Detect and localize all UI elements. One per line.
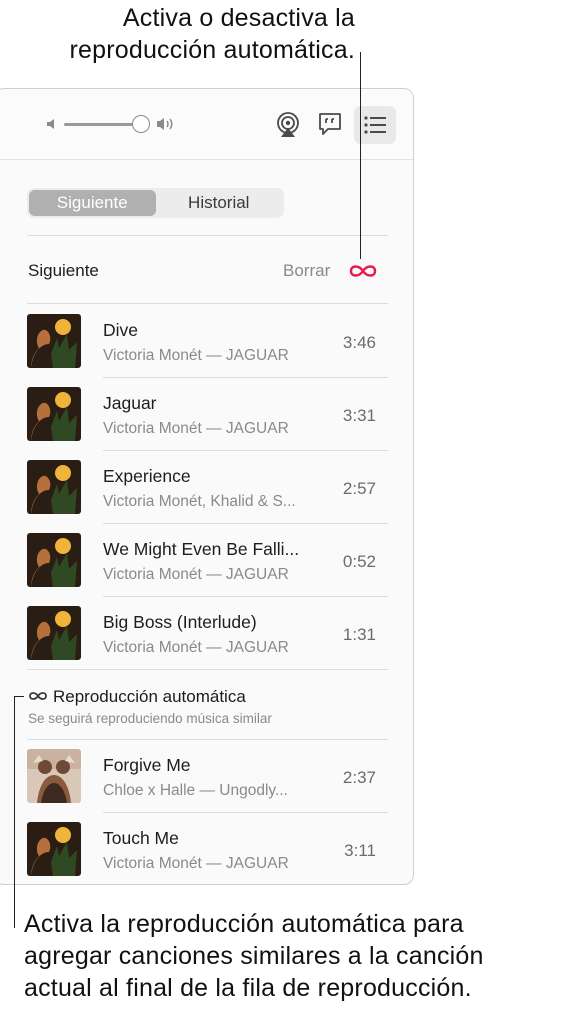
toolbar — [0, 89, 413, 160]
infinity-icon[interactable] — [348, 262, 378, 280]
track-title: Touch Me — [103, 828, 179, 848]
tab-up-next[interactable]: Siguiente — [29, 190, 156, 216]
volume-high-icon — [155, 115, 177, 133]
track-artist: Victoria Monét — JAGUAR — [103, 639, 289, 656]
track-title: Big Boss (Interlude) — [103, 612, 257, 632]
track-title: Jaguar — [103, 393, 157, 413]
callout-line: Activa o desactiva la — [122, 4, 355, 32]
autoplay-title: Reproducción automática — [53, 687, 246, 706]
volume-slider[interactable] — [64, 123, 142, 126]
lyrics-icon[interactable] — [317, 111, 343, 137]
queue-panel: Siguiente Historial Siguiente Borrar Div… — [0, 88, 414, 885]
track-artist: Victoria Monét — JAGUAR — [103, 566, 289, 583]
track-duration: 0:52 — [342, 552, 376, 571]
up-next-heading: Siguiente — [28, 261, 99, 280]
callout-autoplay-toggle: Activa o desactiva la reproducción autom… — [0, 2, 355, 66]
callout-leader-bottom-tick — [14, 696, 24, 697]
clear-button[interactable]: Borrar — [283, 261, 330, 281]
album-art — [27, 606, 81, 660]
album-art — [27, 533, 81, 587]
track-artist: Victoria Monét — JAGUAR — [103, 347, 289, 364]
autoplay-track-row[interactable]: Touch Me Victoria Monét — JAGUAR 3:11 — [27, 813, 388, 884]
album-art — [27, 387, 81, 441]
track-duration: 2:57 — [342, 479, 376, 498]
album-art — [27, 460, 81, 514]
track-title: We Might Even Be Falli... — [103, 539, 300, 559]
airplay-icon[interactable] — [275, 112, 301, 138]
callout-line: actual al final de la fila de reproducci… — [24, 974, 472, 1002]
track-row[interactable]: Jaguar Victoria Monét — JAGUAR 3:31 — [27, 378, 388, 450]
track-duration: 3:11 — [344, 841, 376, 860]
album-art — [27, 749, 81, 803]
autoplay-heading: Reproducción automática — [28, 687, 246, 707]
divider — [27, 669, 388, 670]
track-title: Forgive Me — [103, 755, 191, 775]
track-title: Dive — [103, 320, 139, 340]
track-artist: Victoria Monét — JAGUAR — [103, 420, 289, 437]
track-row[interactable]: Big Boss (Interlude) Victoria Monét — JA… — [27, 597, 388, 669]
album-art — [27, 822, 81, 876]
callout-autoplay-info: Activa la reproducción automática para a… — [24, 908, 569, 1004]
divider — [27, 235, 388, 236]
track-artist: Victoria Monét, Khalid & S... — [103, 493, 296, 510]
queue-segmented-control: Siguiente Historial — [27, 188, 284, 218]
autoplay-subtitle: Se seguirá reproduciendo música similar — [28, 711, 272, 726]
divider — [27, 303, 388, 304]
callout-line: reproducción automática. — [69, 36, 355, 64]
callout-line: agregar canciones similares a la canción — [24, 942, 484, 970]
track-artist: Chloe x Halle — Ungodly... — [103, 782, 288, 799]
track-duration: 3:31 — [342, 406, 376, 425]
album-art — [27, 314, 81, 368]
volume-low-icon — [45, 117, 59, 131]
track-title: Experience — [103, 466, 191, 486]
infinity-icon — [28, 687, 48, 707]
track-row[interactable]: Experience Victoria Monét, Khalid & S...… — [27, 451, 388, 523]
autoplay-track-row[interactable]: Forgive Me Chloe x Halle — Ungodly... 2:… — [27, 740, 388, 812]
track-duration: 2:37 — [342, 768, 376, 787]
volume-knob[interactable] — [132, 115, 150, 133]
track-duration: 3:46 — [342, 333, 376, 352]
track-row[interactable]: Dive Victoria Monét — JAGUAR 3:46 — [27, 305, 388, 377]
callout-leader-top — [360, 52, 361, 259]
track-artist: Victoria Monét — JAGUAR — [103, 855, 289, 872]
callout-leader-bottom — [14, 696, 15, 928]
tab-history[interactable]: Historial — [156, 190, 283, 216]
track-duration: 1:31 — [342, 625, 376, 644]
callout-line: Activa la reproducción automática para — [24, 910, 464, 938]
track-row[interactable]: We Might Even Be Falli... Victoria Monét… — [27, 524, 388, 596]
